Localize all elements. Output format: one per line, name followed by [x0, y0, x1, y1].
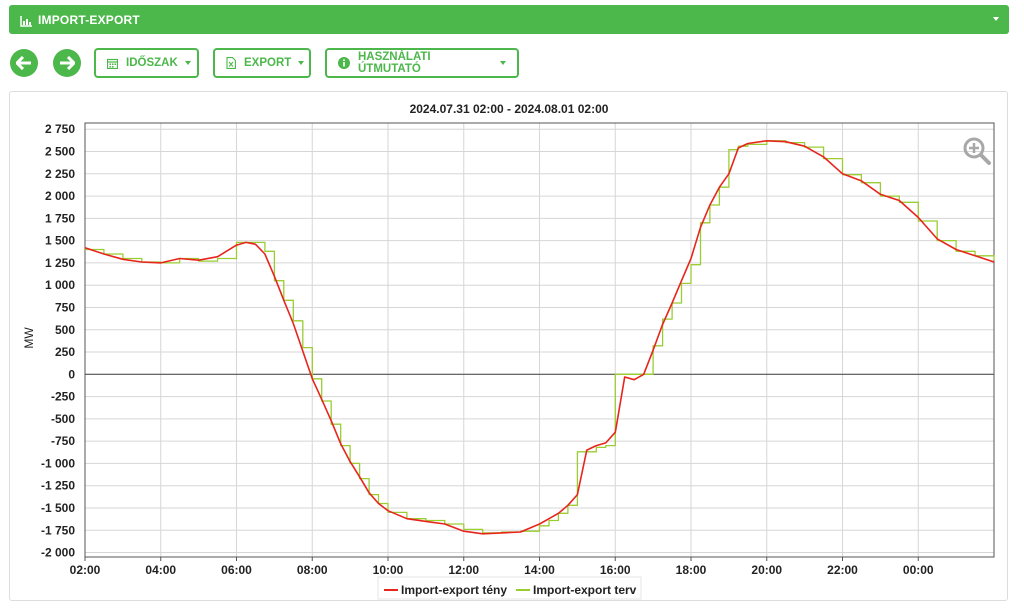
info-icon — [338, 57, 350, 69]
x-tick-label: 08:00 — [297, 563, 328, 577]
y-tick-label: 750 — [55, 300, 75, 314]
y-tick-label: 0 — [68, 367, 75, 381]
export-label: EXPORT — [244, 57, 292, 69]
period-dropdown-button[interactable]: IDŐSZAK — [94, 48, 199, 78]
calendar-icon — [107, 58, 118, 69]
x-tick-label: 00:00 — [903, 563, 934, 577]
y-tick-label: -500 — [51, 412, 75, 426]
y-tick-label: 250 — [55, 345, 75, 359]
y-tick-label: 1 750 — [45, 211, 75, 225]
y-tick-label: 1 000 — [45, 278, 75, 292]
arrow-left-icon — [16, 56, 31, 70]
period-label: IDŐSZAK — [126, 57, 178, 69]
y-tick-label: -2 000 — [41, 546, 75, 560]
y-tick-label: 2 000 — [45, 189, 75, 203]
y-tick-label: -1 000 — [41, 456, 75, 470]
zoom-in-icon[interactable] — [963, 137, 991, 165]
legend-label-plan: Import-export terv — [533, 583, 637, 597]
y-tick-label: -1 750 — [41, 523, 75, 537]
y-tick-label: -250 — [51, 390, 75, 404]
y-tick-label: 500 — [55, 323, 75, 337]
y-tick-label: -1 500 — [41, 501, 75, 515]
chart-legend: Import-export tény Import-export terv — [377, 576, 642, 600]
forward-button[interactable] — [53, 49, 81, 77]
y-tick-label: 1 250 — [45, 256, 75, 270]
header-bar[interactable]: IMPORT-EXPORT — [9, 5, 1009, 34]
x-tick-label: 14:00 — [524, 563, 555, 577]
x-tick-label: 16:00 — [600, 563, 631, 577]
x-tick-label: 12:00 — [448, 563, 479, 577]
grid-lines — [84, 123, 994, 557]
chevron-down-icon — [184, 61, 191, 65]
x-tick-label: 02:00 — [70, 563, 101, 577]
y-tick-label: 1 500 — [45, 234, 75, 248]
x-tick-label: 20:00 — [751, 563, 782, 577]
user-guide-dropdown-button[interactable]: HASZNÁLATI ÚTMUTATÓ — [325, 48, 519, 78]
x-tick-label: 10:00 — [373, 563, 404, 577]
bar-chart-icon — [20, 14, 32, 27]
page-title: IMPORT-EXPORT — [38, 12, 140, 27]
export-dropdown-button[interactable]: EXPORT — [213, 48, 311, 78]
guide-label: HASZNÁLATI ÚTMUTATÓ — [358, 51, 431, 75]
y-axis-ticks: 2 750 2 500 2 250 2 000 1 750 1 500 1 250 1 000… — [41, 122, 75, 559]
excel-file-icon — [226, 57, 236, 69]
x-axis-ticks: 02:00 04:00 06:00 08:00 10:00 12:00 14:00 16:00… — [70, 557, 934, 577]
chevron-down-icon — [298, 61, 305, 65]
legend-label-actual: Import-export tény — [401, 583, 507, 597]
chevron-down-icon — [500, 61, 506, 65]
back-button[interactable] — [10, 49, 38, 77]
chart-panel: 2024.07.31 02:00 - 2024.08.01 02:00 MW 2… — [9, 91, 1008, 601]
y-tick-label: -1 250 — [41, 479, 75, 493]
y-axis-label: MW — [22, 327, 36, 349]
y-tick-label: -750 — [51, 434, 75, 448]
chart-svg: 2024.07.31 02:00 - 2024.08.01 02:00 MW 2… — [22, 102, 995, 600]
chart-title: 2024.07.31 02:00 - 2024.08.01 02:00 — [410, 102, 609, 116]
y-tick-label: 2 750 — [45, 122, 75, 136]
y-tick-label: 2 500 — [45, 145, 75, 159]
y-tick-label: 2 250 — [45, 167, 75, 181]
x-tick-label: 18:00 — [676, 563, 707, 577]
collapse-caret-icon[interactable] — [993, 17, 999, 21]
arrow-right-icon — [60, 56, 75, 70]
x-tick-label: 04:00 — [145, 563, 176, 577]
x-tick-label: 22:00 — [827, 563, 858, 577]
x-tick-label: 06:00 — [221, 563, 252, 577]
